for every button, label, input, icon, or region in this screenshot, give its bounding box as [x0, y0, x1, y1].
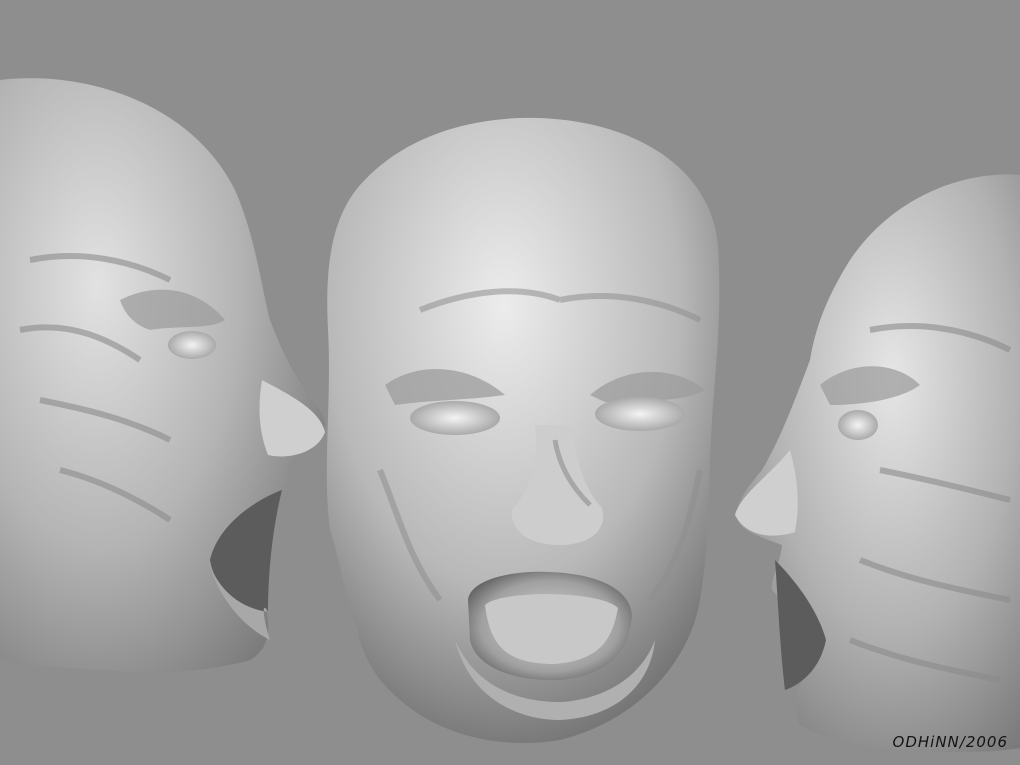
right-head-eye [838, 410, 878, 440]
center-head-eye-right [595, 397, 685, 431]
sculpture-render: ODHiNN/2006 [0, 0, 1020, 765]
left-head-eye [168, 331, 216, 359]
center-head-eye-left [410, 401, 500, 435]
artist-signature: ODHiNN/2006 [892, 733, 1008, 751]
right-head [735, 174, 1020, 752]
heads-illustration [0, 78, 1020, 752]
left-head [0, 78, 325, 673]
left-head-skull [0, 78, 325, 673]
center-head [326, 117, 720, 744]
